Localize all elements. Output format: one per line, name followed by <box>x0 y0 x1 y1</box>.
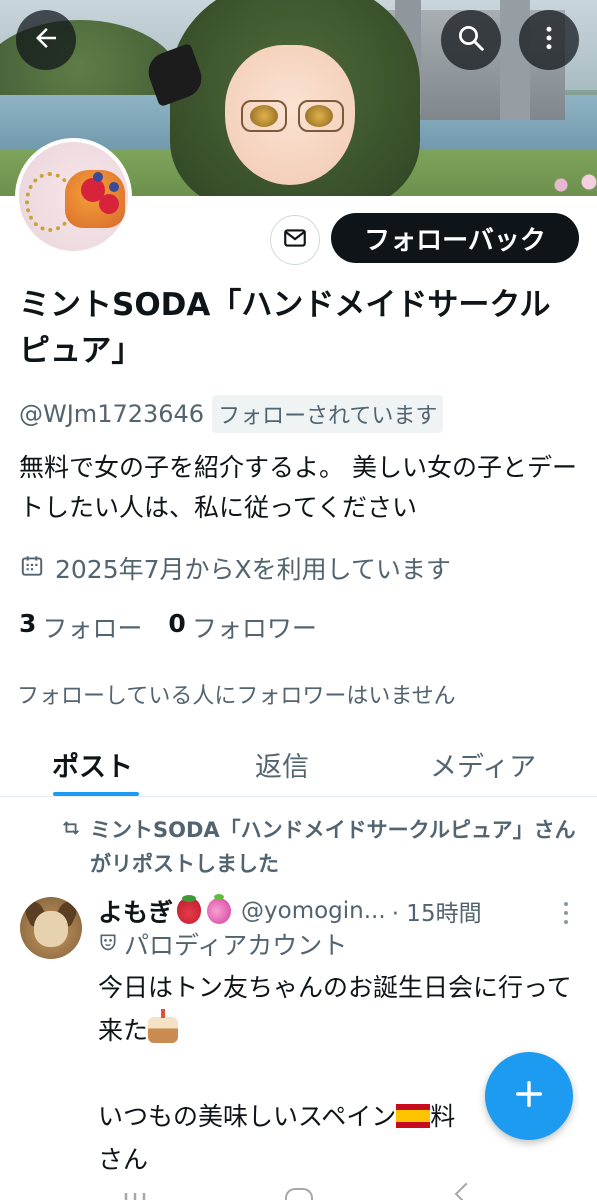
profile-avatar[interactable] <box>15 138 132 255</box>
followers-label: フォロワー <box>191 614 317 643</box>
arrow-left-icon <box>31 23 61 57</box>
spain-flag-icon <box>396 1104 431 1128</box>
followers-stat[interactable]: 0 フォロワー <box>168 609 316 645</box>
handle-row: @WJm1723646 フォローされています <box>19 395 444 433</box>
followers-count: 0 <box>168 609 186 638</box>
parody-account-label: パロディアカウント <box>124 931 348 960</box>
following-stat[interactable]: 3 フォロー <box>19 609 142 645</box>
post-text-line: さん <box>98 1145 149 1174</box>
post-time[interactable]: · 15時間 <box>392 894 482 928</box>
tab-posts[interactable]: ポスト <box>52 745 133 784</box>
repost-header: ミントSODA「ハンドメイドサークルピュア」さんがリポストしました <box>60 813 590 881</box>
profile-bio: 無料で女の子を紹介するよ。 美しい女の子とデートしたい人は、私に従ってください <box>19 453 577 522</box>
avatar-berry <box>109 182 119 192</box>
banner-tower <box>500 0 530 120</box>
post-text-line: いつもの美味しいスペイン <box>98 1102 397 1131</box>
repost-icon <box>60 813 90 881</box>
no-mutual-followers-text: フォローしている人にフォロワーはいません <box>17 684 456 709</box>
plus-icon <box>512 1077 546 1115</box>
parody-mask-icon <box>98 932 118 956</box>
more-options-button[interactable] <box>519 10 579 70</box>
more-vertical-icon <box>534 23 564 57</box>
post-text-line: 料 <box>430 1102 456 1131</box>
avatar-berry <box>99 194 119 214</box>
post-author-handle[interactable]: @yomogin... <box>241 898 386 924</box>
search-button[interactable] <box>441 10 501 70</box>
banner-character-glasses <box>241 100 287 132</box>
search-icon <box>456 23 486 57</box>
tab-media[interactable]: メディア <box>430 745 536 784</box>
post-author-avatar[interactable] <box>20 897 82 959</box>
birthday-cake-icon <box>148 1009 179 1043</box>
calendar-icon <box>19 553 45 583</box>
post-author-name[interactable]: よもぎ <box>98 893 173 929</box>
active-tab-indicator <box>53 792 139 796</box>
follow-stats: 3 フォロー 0 フォロワー <box>19 609 317 645</box>
joined-date: 2025年7月からXを利用しています <box>55 555 451 584</box>
peach-icon <box>207 894 232 924</box>
compose-post-button[interactable] <box>485 1052 573 1140</box>
repost-text[interactable]: ミントSODA「ハンドメイドサークルピュア」さんがリポストしました <box>90 813 580 881</box>
following-count: 3 <box>19 609 37 638</box>
joined-row: 2025年7月からXを利用しています <box>19 550 451 586</box>
mail-icon <box>282 225 308 255</box>
follows-you-badge: フォローされています <box>212 395 444 433</box>
avatar-dog-face <box>34 911 68 947</box>
avatar-berry <box>93 172 103 182</box>
strawberry-icon <box>177 895 202 924</box>
profile-handle: @WJm1723646 <box>19 400 205 428</box>
profile-tabs: ポスト 返信 メディア <box>0 735 597 797</box>
parody-row: パロディアカウント <box>98 928 347 960</box>
banner-character-glasses <box>298 100 344 132</box>
post-more-icon[interactable] <box>561 898 571 928</box>
post-header: よもぎ @yomogin... · 15時間 <box>98 893 578 929</box>
message-button[interactable] <box>270 215 320 265</box>
home-icon[interactable] <box>285 1188 313 1200</box>
banner-flowers <box>540 170 597 196</box>
tab-replies[interactable]: 返信 <box>255 745 309 784</box>
following-label: フォロー <box>42 614 143 643</box>
profile-display-name: ミントSODA「ハンドメイドサークルピュア」 <box>19 287 551 369</box>
back-button[interactable] <box>16 10 76 70</box>
recent-apps-icon[interactable] <box>120 1188 150 1200</box>
follow-back-button[interactable]: フォローバック <box>331 213 579 263</box>
